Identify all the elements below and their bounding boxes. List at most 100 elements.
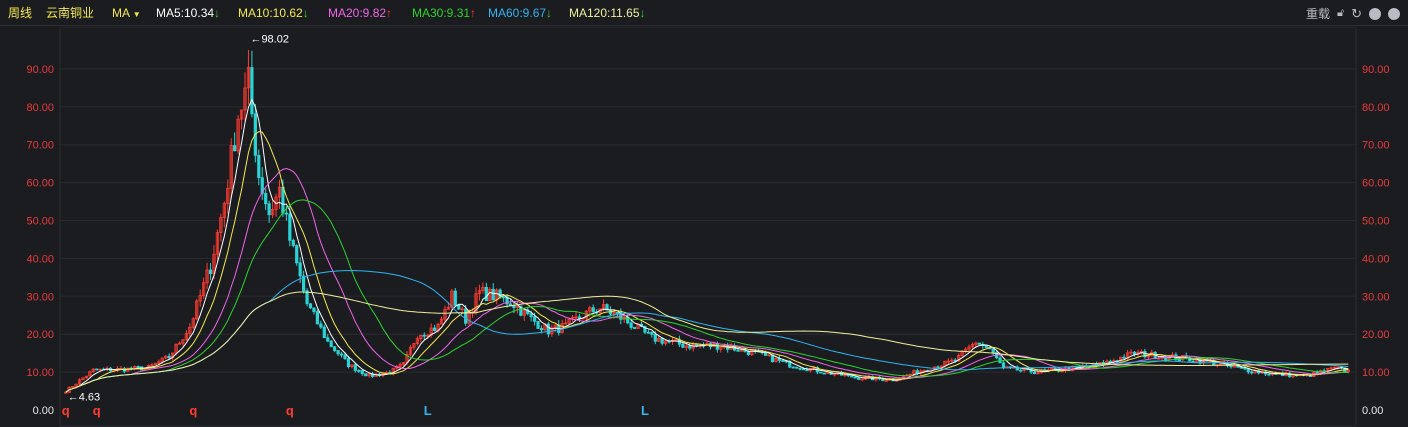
candle-body bbox=[536, 320, 540, 329]
zoom-in-icon[interactable]: + bbox=[1369, 7, 1381, 20]
candle-body bbox=[1315, 371, 1319, 374]
candle-body bbox=[936, 366, 940, 369]
arrow-up-icon: ↑ bbox=[470, 6, 477, 20]
candle-body bbox=[512, 305, 516, 308]
candle-body bbox=[805, 369, 809, 372]
candle-body bbox=[281, 186, 285, 214]
candle-body bbox=[353, 364, 357, 371]
candle-body bbox=[267, 203, 271, 216]
candle-body bbox=[288, 213, 292, 241]
ma-value: MA120:11.65 bbox=[569, 6, 640, 20]
refresh-icon[interactable]: ↻ bbox=[1351, 6, 1362, 22]
candle-body bbox=[1132, 351, 1137, 355]
candle-body bbox=[498, 289, 502, 298]
candle-body bbox=[484, 286, 488, 302]
y-tick-label-right: 40.00 bbox=[1362, 253, 1390, 265]
candle-body bbox=[1232, 365, 1237, 368]
period-selector[interactable]: 周线 bbox=[8, 6, 32, 20]
candle-body bbox=[491, 288, 495, 301]
y-tick-label-left: 40.00 bbox=[26, 253, 54, 265]
candle-body bbox=[746, 350, 750, 356]
y-tick-label-left: 80.00 bbox=[26, 102, 54, 114]
y-tick-label-left: 70.00 bbox=[26, 140, 54, 152]
ma-value: MA60:9.67 bbox=[488, 6, 547, 20]
ma-legend-item: MA30:9.31↑ bbox=[412, 6, 476, 20]
candle-body bbox=[1108, 360, 1112, 363]
candle-body bbox=[591, 307, 595, 313]
ma-value: MA30:9.31 bbox=[412, 6, 471, 20]
arrow-down-icon: ↓ bbox=[214, 6, 221, 20]
ma-value: MA10:10.62 bbox=[238, 6, 303, 20]
plot-frame bbox=[59, 27, 1357, 427]
candlestick-chart[interactable]: 0.00 0.00 10.00 10.00 20.00 20.00 30.00 30.00 40… bbox=[0, 27, 1408, 427]
signal-marker: L bbox=[641, 403, 649, 418]
ma-legend-item: MA20:9.82↑ bbox=[328, 6, 392, 20]
signal-marker: q bbox=[189, 403, 197, 418]
candle-body bbox=[539, 328, 544, 331]
candle-body bbox=[791, 366, 795, 369]
candle-body bbox=[464, 308, 468, 324]
ma-value: MA5:10.34 bbox=[156, 6, 215, 20]
signal-marker: L bbox=[424, 403, 432, 418]
reload-button[interactable]: 重载 bbox=[1306, 5, 1330, 22]
candle-body bbox=[322, 326, 326, 339]
candle-body bbox=[501, 296, 506, 299]
candle-body bbox=[291, 239, 295, 246]
y-tick-label-left: 50.00 bbox=[26, 216, 54, 228]
candle-body bbox=[326, 337, 330, 342]
candle-body bbox=[360, 370, 364, 375]
candle-body bbox=[1019, 369, 1023, 372]
stock-name: 云南铜业 bbox=[46, 6, 95, 20]
candle-body bbox=[257, 154, 261, 179]
candle-body bbox=[336, 350, 340, 355]
ma-legend-item: MA10:10.62↓ bbox=[238, 6, 309, 20]
y-tick-label-right: 90.00 bbox=[1362, 64, 1390, 76]
candle-body bbox=[295, 245, 299, 264]
zoom-out-icon[interactable]: − bbox=[1388, 7, 1400, 20]
ma-legend-item: MA120:11.65↓ bbox=[569, 6, 646, 20]
candle-body bbox=[1032, 371, 1037, 375]
candle-body bbox=[977, 342, 981, 345]
y-tick-label-right: 0.00 bbox=[1362, 405, 1383, 417]
candle-body bbox=[208, 269, 213, 275]
lock-icon[interactable]: 🔓︎ bbox=[1337, 7, 1344, 20]
arrow-down-icon: ↓ bbox=[546, 6, 553, 20]
candle-body bbox=[250, 67, 254, 115]
y-tick-label-left: 10.00 bbox=[26, 367, 54, 379]
toolbar-actions: 重载 🔓︎ ↻ + − bbox=[1306, 5, 1400, 22]
ma-line bbox=[65, 269, 1349, 393]
candle-body bbox=[529, 313, 533, 318]
dropdown-arrow-icon: ▼ bbox=[132, 10, 141, 19]
candle-body bbox=[329, 340, 333, 348]
candle-body bbox=[857, 377, 861, 380]
min-price-label: ←4.63 bbox=[68, 391, 100, 403]
signal-marker: q bbox=[93, 403, 101, 418]
indicator-selector[interactable]: MA ▼ bbox=[112, 6, 141, 22]
candle-body bbox=[632, 327, 637, 329]
y-tick-label-left: 30.00 bbox=[26, 291, 54, 303]
signal-marker: q bbox=[62, 403, 70, 418]
candle-body bbox=[660, 337, 664, 344]
candle-body bbox=[1246, 368, 1250, 373]
arrow-down-icon: ↓ bbox=[302, 6, 309, 20]
candle-body bbox=[1229, 365, 1233, 368]
candle-body bbox=[357, 370, 361, 372]
ma-legend-item: MA5:10.34↓ bbox=[156, 6, 220, 20]
candle-body bbox=[650, 331, 654, 335]
candle-body bbox=[233, 145, 237, 152]
candle-body bbox=[653, 333, 657, 342]
candle-body bbox=[688, 345, 692, 349]
candle-body bbox=[95, 368, 99, 371]
y-tick-label-left: 60.00 bbox=[26, 178, 54, 190]
candle-body bbox=[798, 367, 802, 370]
candle-body bbox=[284, 212, 288, 215]
ma-line bbox=[65, 98, 1349, 393]
y-tick-label-right: 50.00 bbox=[1362, 216, 1390, 228]
candle-body bbox=[764, 352, 768, 356]
arrow-down-icon: ↓ bbox=[639, 6, 646, 20]
candle-body bbox=[308, 303, 313, 309]
candle-body bbox=[991, 348, 995, 354]
y-tick-label-right: 20.00 bbox=[1362, 329, 1390, 341]
candle-body bbox=[819, 371, 823, 374]
candle-body bbox=[1122, 356, 1126, 359]
